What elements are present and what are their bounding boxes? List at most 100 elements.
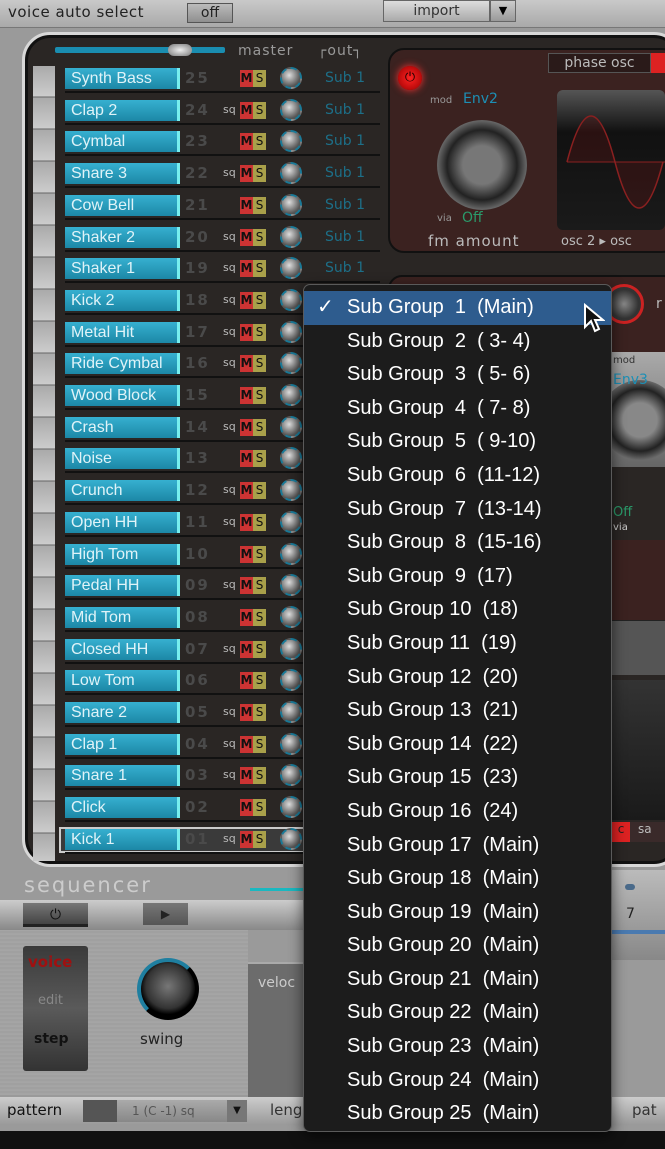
fm-via-value[interactable]: Off	[462, 210, 483, 226]
mute-button[interactable]: M	[240, 545, 253, 563]
switch-voice[interactable]: voice	[28, 953, 72, 971]
solo-button[interactable]: S	[253, 608, 266, 626]
pan-knob[interactable]	[280, 98, 302, 121]
mute-button[interactable]: M	[240, 482, 253, 500]
voice-row[interactable]: Cow Bell 21 M S Sub 1	[60, 193, 380, 220]
pan-knob[interactable]	[280, 193, 302, 216]
mute-button[interactable]: M	[240, 513, 253, 531]
menu-item-sub-group-25[interactable]: Sub Group 25 (Main)	[304, 1097, 611, 1131]
fm-mod-value[interactable]: Env2	[463, 91, 498, 107]
master-volume-slider[interactable]	[55, 47, 225, 53]
solo-button[interactable]: S	[253, 323, 266, 341]
menu-item-sub-group-6[interactable]: Sub Group 6 (11-12)	[304, 459, 611, 493]
voice-row[interactable]: Clap 2 24 sq M S Sub 1	[60, 98, 380, 125]
voice-name-field[interactable]: Cow Bell	[65, 194, 180, 216]
voice-name-field[interactable]: Shaker 1	[65, 258, 180, 280]
solo-button[interactable]: S	[253, 133, 266, 151]
menu-item-sub-group-18[interactable]: Sub Group 18 (Main)	[304, 862, 611, 896]
mute-button[interactable]: M	[240, 577, 253, 595]
right-mod-value[interactable]: Env3	[613, 372, 648, 388]
mute-button[interactable]: M	[240, 450, 253, 468]
menu-item-sub-group-14[interactable]: Sub Group 14 (22)	[304, 728, 611, 762]
menu-item-sub-group-2[interactable]: Sub Group 2 ( 3- 4)	[304, 325, 611, 359]
pan-knob[interactable]	[280, 669, 302, 692]
mute-button[interactable]: M	[240, 799, 253, 817]
switch-edit[interactable]: edit	[38, 993, 63, 1008]
output-select[interactable]: Sub 1	[325, 229, 365, 245]
mute-button[interactable]: M	[240, 830, 253, 848]
solo-button[interactable]: S	[253, 799, 266, 817]
solo-button[interactable]: S	[253, 387, 266, 404]
menu-item-sub-group-22[interactable]: Sub Group 22 (Main)	[304, 996, 611, 1030]
voice-row[interactable]: Snare 3 22 sq M S Sub 1	[60, 162, 380, 189]
pan-knob[interactable]	[280, 384, 302, 406]
sequencer-power-button[interactable]: ⏻	[23, 903, 88, 927]
mute-button[interactable]: M	[240, 228, 253, 246]
solo-button[interactable]: S	[253, 291, 266, 309]
menu-item-sub-group-16[interactable]: Sub Group 16 (24)	[304, 795, 611, 829]
voice-name-field[interactable]: Pedal HH	[65, 575, 180, 597]
voice-name-field[interactable]: Crash	[65, 416, 180, 438]
solo-button[interactable]: S	[253, 830, 266, 848]
solo-button[interactable]: S	[253, 767, 266, 785]
voice-name-field[interactable]: Synth Bass	[65, 68, 180, 89]
output-select[interactable]: Sub 1	[325, 70, 365, 86]
menu-item-sub-group-11[interactable]: Sub Group 11 (19)	[304, 627, 611, 661]
solo-button[interactable]: S	[253, 640, 266, 658]
pan-knob[interactable]	[280, 605, 302, 628]
voice-name-field[interactable]: Clap 1	[65, 733, 180, 755]
pan-knob[interactable]	[280, 637, 302, 660]
solo-button[interactable]: S	[253, 101, 266, 119]
voice-name-field[interactable]: Low Tom	[65, 670, 180, 692]
pan-knob[interactable]	[280, 827, 302, 850]
voice-name-field[interactable]: Snare 1	[65, 765, 180, 787]
pan-knob[interactable]	[280, 701, 302, 723]
output-select[interactable]: Sub 1	[325, 133, 365, 149]
voice-row[interactable]: Shaker 2 20 sq M S Sub 1	[60, 225, 380, 252]
solo-button[interactable]: S	[253, 577, 266, 595]
play-button[interactable]: ▶	[143, 903, 188, 925]
voice-keys[interactable]	[33, 66, 55, 861]
menu-item-sub-group-3[interactable]: Sub Group 3 ( 5- 6)	[304, 358, 611, 392]
menu-item-sub-group-24[interactable]: Sub Group 24 (Main)	[304, 1064, 611, 1098]
voice-name-field[interactable]: Snare 3	[65, 163, 180, 185]
import-button[interactable]: import	[383, 0, 490, 22]
mute-button[interactable]: M	[240, 70, 253, 87]
voice-name-field[interactable]: Clap 2	[65, 99, 180, 121]
pattern-grid-icon[interactable]	[83, 1100, 117, 1122]
menu-item-sub-group-15[interactable]: Sub Group 15 (23)	[304, 761, 611, 795]
menu-item-sub-group-12[interactable]: Sub Group 12 (20)	[304, 661, 611, 695]
voice-name-field[interactable]: Shaker 2	[65, 226, 180, 248]
voice-name-field[interactable]: Click	[65, 797, 180, 819]
solo-button[interactable]: S	[253, 450, 266, 468]
pattern-dropdown-icon[interactable]: ▼	[227, 1100, 247, 1122]
menu-item-sub-group-10[interactable]: Sub Group 10 (18)	[304, 593, 611, 627]
pan-knob[interactable]	[280, 574, 302, 597]
voice-name-field[interactable]: Snare 2	[65, 702, 180, 723]
voice-name-field[interactable]: Kick 1	[65, 828, 180, 850]
menu-item-sub-group-13[interactable]: Sub Group 13 (21)	[304, 694, 611, 728]
c-button[interactable]: c	[612, 822, 630, 842]
pan-knob[interactable]	[280, 447, 302, 470]
solo-button[interactable]: S	[253, 196, 266, 214]
solo-button[interactable]: S	[253, 513, 266, 531]
pan-knob[interactable]	[280, 320, 302, 343]
voice-name-field[interactable]: Ride Cymbal	[65, 353, 180, 375]
mute-button[interactable]: M	[240, 291, 253, 309]
mute-button[interactable]: M	[240, 196, 253, 214]
menu-item-sub-group-1[interactable]: ✓ Sub Group 1 (Main)	[304, 291, 611, 325]
menu-item-sub-group-20[interactable]: Sub Group 20 (Main)	[304, 929, 611, 963]
pan-knob[interactable]	[280, 225, 302, 248]
menu-item-sub-group-21[interactable]: Sub Group 21 (Main)	[304, 963, 611, 997]
output-dropdown-menu[interactable]: ✓ Sub Group 1 (Main) Sub Group 2 ( 3- 4) Su…	[303, 284, 612, 1132]
voice-name-field[interactable]: Cymbal	[65, 131, 180, 153]
menu-item-sub-group-8[interactable]: Sub Group 8 (15-16)	[304, 526, 611, 560]
output-select[interactable]: Sub 1	[325, 197, 365, 213]
pan-knob[interactable]	[280, 732, 302, 755]
solo-button[interactable]: S	[253, 355, 266, 373]
menu-item-sub-group-23[interactable]: Sub Group 23 (Main)	[304, 1030, 611, 1064]
pan-knob[interactable]	[280, 479, 302, 502]
solo-button[interactable]: S	[253, 704, 266, 721]
menu-item-sub-group-7[interactable]: Sub Group 7 (13-14)	[304, 493, 611, 527]
solo-button[interactable]: S	[253, 260, 266, 278]
